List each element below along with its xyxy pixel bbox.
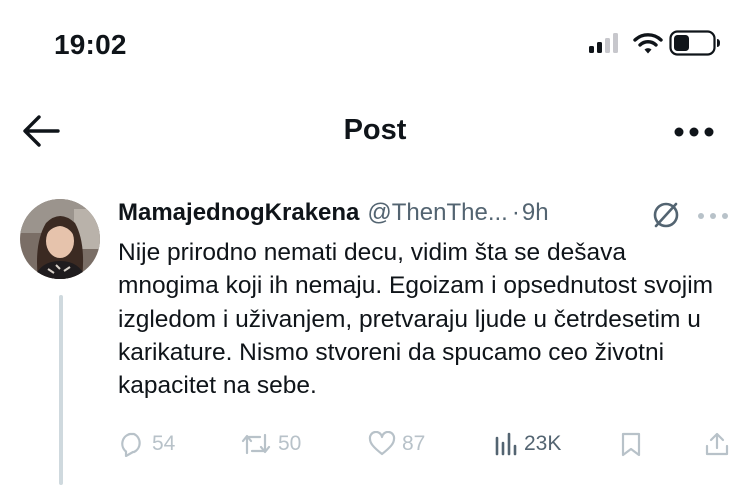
wifi-icon [633,33,663,54]
more-dots-icon[interactable] [673,126,715,138]
share-button[interactable] [704,429,730,459]
tweet-more-icon[interactable] [697,212,729,220]
edited-icon[interactable] [650,199,682,231]
display-name[interactable]: MamajednogKrakena [118,199,359,226]
bookmark-button[interactable] [620,429,642,459]
reply-button[interactable]: 54 [118,429,175,459]
like-button[interactable]: 87 [368,429,425,459]
signal-icon [589,33,619,53]
page-title: Post [343,114,407,146]
battery-icon [669,30,720,56]
tweet-text: Nije prirodno nemati decu, vidim šta se … [118,239,714,400]
user-handle[interactable]: @ThenThe... [367,199,507,226]
repost-count: 50 [278,432,302,455]
like-count: 87 [402,432,426,455]
repost-icon [241,433,271,455]
views-button[interactable]: 23K [494,429,561,459]
reply-count: 54 [152,432,176,455]
views-count: 23K [524,432,562,455]
bookmark-icon [621,432,641,457]
repost-button[interactable]: 50 [240,429,301,459]
status-time: 19:02 [54,29,127,60]
heart-icon [368,431,396,456]
share-icon [705,432,729,456]
separator-dot: · [511,199,520,226]
tweet-author-row: MamajednogKrakena @ThenThe... ·9h [118,196,549,230]
views-icon [495,432,517,456]
reply-icon [121,432,141,457]
post-age[interactable]: 9h [522,199,549,226]
thread-line [59,295,63,485]
avatar[interactable] [20,199,100,279]
